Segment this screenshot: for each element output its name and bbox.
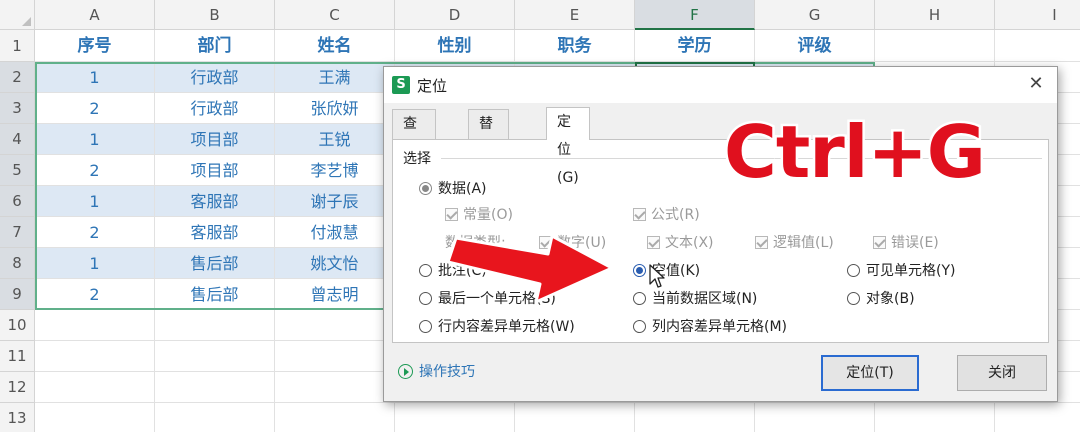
shortcut-overlay: Ctrl+G	[722, 110, 989, 194]
mouse-cursor-icon	[649, 264, 665, 288]
red-arrow-icon	[446, 234, 614, 304]
tab-goto[interactable]: 定位(G)	[546, 107, 590, 186]
